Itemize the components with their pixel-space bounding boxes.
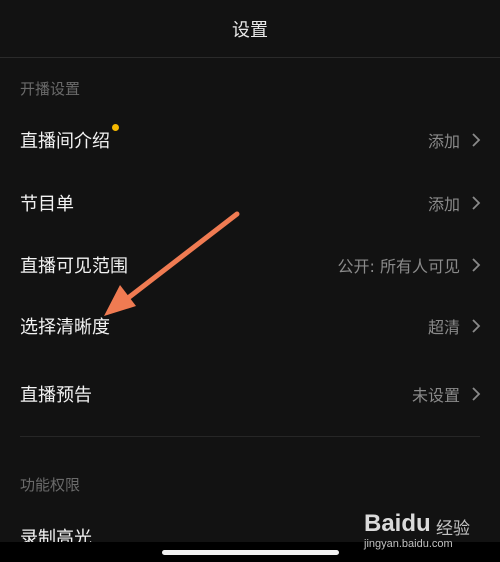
chevron-right-icon xyxy=(472,319,481,333)
notification-dot xyxy=(112,124,119,131)
chevron-right-icon xyxy=(472,387,481,401)
home-indicator[interactable] xyxy=(162,550,339,555)
row-select-resolution[interactable]: 选择清晰度 超清 xyxy=(0,301,500,351)
row-value: 添加 xyxy=(427,132,460,151)
row-value: 公开: 所有人可见 xyxy=(337,257,460,276)
settings-screen: 设置 开播设置 直播间介绍 添加 节目单 添加 直播可见范围 公开: 所有人可见… xyxy=(0,0,500,562)
row-program-list[interactable]: 节目单 添加 xyxy=(0,178,500,228)
row-live-room-intro[interactable]: 直播间介绍 添加 xyxy=(0,115,500,165)
row-value: 超清 xyxy=(427,318,460,337)
row-live-preview[interactable]: 直播预告 未设置 xyxy=(0,369,500,419)
page-title: 设置 xyxy=(232,19,268,41)
chevron-right-icon xyxy=(472,258,481,272)
row-value: 添加 xyxy=(427,195,460,214)
section-label-live-settings: 开播设置 xyxy=(20,80,81,98)
row-label: 节目单 xyxy=(20,194,74,215)
chevron-right-icon xyxy=(472,196,481,210)
row-value: 未设置 xyxy=(411,386,460,405)
section-divider xyxy=(20,436,480,437)
section-label-permissions: 功能权限 xyxy=(20,476,81,494)
row-label: 直播间介绍 xyxy=(20,131,110,152)
row-label: 选择清晰度 xyxy=(20,317,110,338)
row-label: 直播预告 xyxy=(20,385,92,406)
row-label: 直播可见范围 xyxy=(20,256,128,277)
chevron-right-icon xyxy=(472,133,481,147)
row-visibility[interactable]: 直播可见范围 公开: 所有人可见 xyxy=(0,240,500,290)
header: 设置 xyxy=(0,0,500,58)
